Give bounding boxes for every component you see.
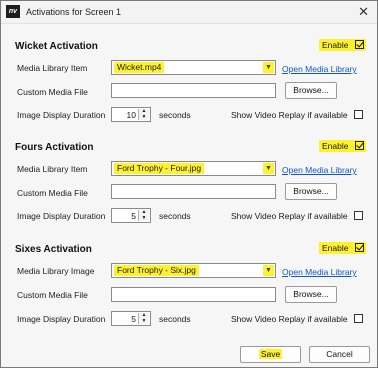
wicket-replay-checkbox[interactable] (354, 110, 363, 119)
save-button-label: Save (258, 349, 283, 359)
sixes-custom-label: Custom Media File (17, 290, 88, 300)
wicket-enable-checkbox[interactable] (355, 40, 364, 49)
wicket-enable-label: Enable (322, 40, 349, 50)
sixes-duration-value: 5 (131, 314, 136, 324)
fours-media-label: Media Library Item (17, 164, 88, 174)
sixes-replay-checkbox[interactable] (354, 314, 363, 323)
fours-enable-checkbox[interactable] (355, 141, 364, 150)
sixes-enable-toggle[interactable]: Enable (319, 242, 366, 254)
spinner-arrows-icon[interactable]: ▲ ▼ (138, 109, 149, 120)
fours-open-media-library-link[interactable]: Open Media Library (282, 165, 357, 175)
sixes-section-title: Sixes Activation (15, 244, 92, 255)
wicket-duration-label: Image Display Duration (17, 110, 106, 120)
sixes-media-value: Ford Trophy - Six.jpg (114, 265, 199, 276)
fours-enable-toggle[interactable]: Enable (319, 140, 366, 152)
sixes-open-media-library-link[interactable]: Open Media Library (282, 267, 357, 277)
wicket-replay-label: Show Video Replay if available (231, 110, 348, 120)
fours-enable-label: Enable (322, 141, 349, 151)
fours-duration-value: 5 (131, 211, 136, 221)
wicket-media-value: Wicket.mp4 (114, 62, 165, 73)
fours-media-select[interactable]: Ford Trophy - Four.jpg ▼ (111, 161, 276, 176)
wicket-duration-value: 10 (126, 110, 136, 120)
wicket-media-select[interactable]: Wicket.mp4 ▼ (111, 60, 276, 75)
fours-custom-file-input[interactable] (111, 184, 276, 199)
sixes-custom-file-input[interactable] (111, 287, 276, 302)
sixes-replay-label: Show Video Replay if available (231, 314, 348, 324)
wicket-open-media-library-link[interactable]: Open Media Library (282, 64, 357, 74)
save-button[interactable]: Save (240, 346, 301, 363)
sixes-enable-checkbox[interactable] (355, 243, 364, 252)
sixes-enable-label: Enable (322, 243, 349, 253)
app-logo-icon: nv (6, 5, 20, 18)
title-bar: nv Activations for Screen 1 ✕ (1, 1, 377, 24)
sixes-duration-label: Image Display Duration (17, 314, 106, 324)
fours-duration-label: Image Display Duration (17, 211, 106, 221)
wicket-duration-stepper[interactable]: 10 ▲ ▼ (111, 107, 151, 122)
fours-replay-label: Show Video Replay if available (231, 211, 348, 221)
wicket-section-title: Wicket Activation (15, 41, 98, 52)
spinner-arrows-icon[interactable]: ▲ ▼ (138, 313, 149, 324)
sixes-media-label: Media Library Image (17, 266, 95, 276)
chevron-down-icon[interactable]: ▼ (263, 265, 274, 276)
spinner-down-icon[interactable]: ▼ (140, 115, 148, 120)
cancel-button[interactable]: Cancel (309, 346, 370, 363)
spinner-down-icon[interactable]: ▼ (140, 216, 148, 221)
sixes-duration-stepper[interactable]: 5 ▲ ▼ (111, 311, 151, 326)
chevron-down-icon[interactable]: ▼ (263, 62, 274, 73)
sixes-browse-button[interactable]: Browse... (285, 286, 337, 303)
spinner-arrows-icon[interactable]: ▲ ▼ (138, 210, 149, 221)
close-icon[interactable]: ✕ (358, 4, 369, 20)
chevron-down-icon[interactable]: ▼ (263, 163, 274, 174)
sixes-seconds-label: seconds (159, 314, 191, 324)
fours-duration-stepper[interactable]: 5 ▲ ▼ (111, 208, 151, 223)
wicket-media-label: Media Library Item (17, 63, 88, 73)
fours-section-title: Fours Activation (15, 142, 94, 153)
fours-replay-checkbox[interactable] (354, 211, 363, 220)
fours-browse-button[interactable]: Browse... (285, 183, 337, 200)
wicket-seconds-label: seconds (159, 110, 191, 120)
fours-seconds-label: seconds (159, 211, 191, 221)
fours-custom-label: Custom Media File (17, 188, 88, 198)
activations-dialog: nv Activations for Screen 1 ✕ Wicket Act… (0, 0, 378, 368)
wicket-custom-label: Custom Media File (17, 87, 88, 97)
wicket-custom-file-input[interactable] (111, 83, 276, 98)
sixes-media-select[interactable]: Ford Trophy - Six.jpg ▼ (111, 263, 276, 278)
wicket-enable-toggle[interactable]: Enable (319, 39, 366, 51)
spinner-down-icon[interactable]: ▼ (140, 319, 148, 324)
wicket-browse-button[interactable]: Browse... (285, 82, 337, 99)
fours-media-value: Ford Trophy - Four.jpg (114, 163, 205, 174)
window-title: Activations for Screen 1 (26, 7, 122, 17)
